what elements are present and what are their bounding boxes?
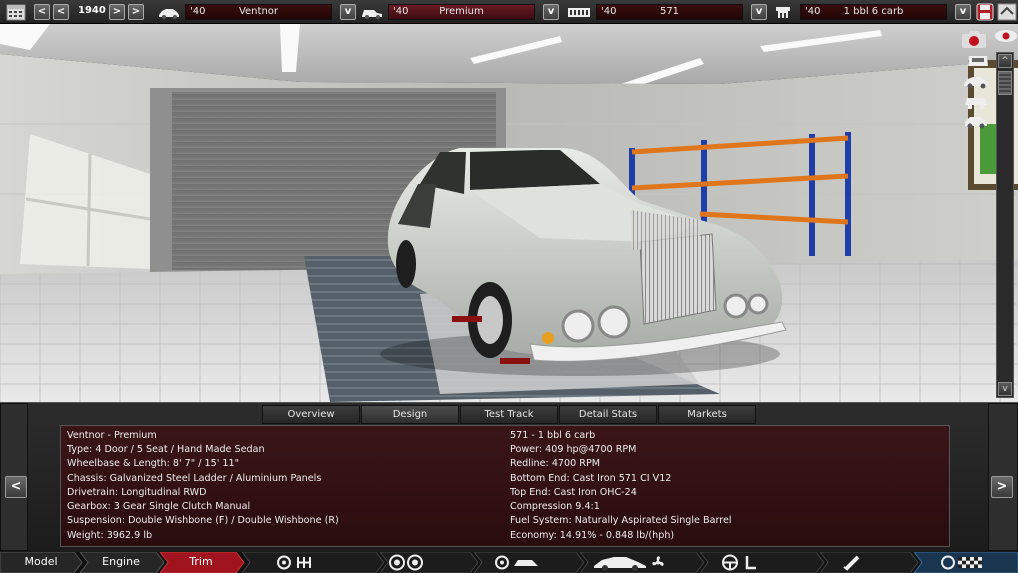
year-value: 1940	[78, 5, 106, 16]
menu-icon[interactable]	[997, 3, 1017, 21]
tab-design[interactable]: Design	[361, 405, 459, 424]
save-icon[interactable]	[975, 3, 995, 21]
tab-detail-stats[interactable]: Detail Stats	[559, 405, 657, 424]
bottom-tab-trim[interactable]: Trim	[168, 552, 234, 573]
info-type: Type: 4 Door / 5 Seat / Hand Made Sedan	[67, 444, 265, 455]
engine-dropdown-button[interactable]: v	[751, 4, 767, 20]
camera-icon[interactable]	[960, 30, 988, 50]
tab-overview[interactable]: Overview	[262, 405, 360, 424]
variant-name: 1 bbl 6 carb	[843, 6, 904, 17]
info-economy: Economy: 14.91% - 0.848 lb/(hph)	[510, 530, 675, 541]
info-chassis: Chassis: Galvanized Steel Ladder / Alumi…	[67, 473, 322, 484]
calendar-icon	[6, 4, 26, 21]
tab-test-track[interactable]: Test Track	[460, 405, 558, 424]
model-name: Ventnor	[238, 6, 279, 17]
year-next-fast-button[interactable]: >	[128, 4, 144, 20]
trim-name: Premium	[439, 6, 484, 17]
year-prev-button[interactable]: <	[53, 4, 69, 20]
info-drivetrain: Drivetrain: Longitudinal RWD	[67, 487, 207, 498]
variant-dropdown-button[interactable]: v	[955, 4, 971, 20]
race-flag-icon[interactable]	[940, 554, 984, 571]
info-compression: Compression 9.4:1	[510, 501, 600, 512]
prev-car-button[interactable]: <	[5, 476, 27, 498]
3d-car-viewport[interactable]: ^ v	[0, 24, 1018, 402]
bottom-nav: Model Engine Trim	[0, 552, 1018, 573]
info-suspension: Suspension: Double Wishbone (F) / Double…	[67, 515, 339, 526]
bottom-tab-engine[interactable]: Engine	[88, 552, 154, 573]
year-prev-fast-button[interactable]: <	[34, 4, 50, 20]
engine-name: 571	[659, 6, 680, 17]
info-fuel-system: Fuel System: Naturally Aspirated Single …	[510, 515, 732, 526]
garage-scene	[0, 24, 1018, 402]
engine-select[interactable]: '40 571	[596, 4, 743, 20]
view-side-icon[interactable]	[962, 72, 990, 90]
info-engine-title: 571 - 1 bbl 6 carb	[510, 430, 596, 441]
tire-icon[interactable]	[494, 554, 542, 571]
info-wheelbase: Wheelbase & Length: 8' 7" / 15' 11"	[67, 458, 240, 469]
variant-select[interactable]: '40 1 bbl 6 carb	[800, 4, 947, 20]
engine-icon	[568, 8, 590, 17]
model-select[interactable]: '40 Ventnor	[185, 4, 332, 20]
info-redline: Redline: 4700 RPM	[510, 458, 601, 469]
info-top-end: Top End: Cast Iron OHC-24	[510, 487, 637, 498]
next-car-button[interactable]: >	[991, 476, 1013, 498]
cooling-fan-icon[interactable]	[648, 554, 668, 571]
model-dropdown-button[interactable]: v	[340, 4, 356, 20]
scroll-down-button[interactable]: v	[998, 382, 1012, 396]
steering-wheel-icon[interactable]	[720, 554, 760, 571]
scroll-thumb[interactable]	[998, 71, 1012, 95]
tab-markets[interactable]: Markets	[658, 405, 756, 424]
trim-select[interactable]: '40 Premium	[388, 4, 535, 20]
top-toolbar: < < 1940 > > '40 Ventnor v '40 Premium v…	[0, 0, 1018, 24]
info-trim-title: Ventnor - Premium	[67, 430, 157, 441]
info-gearbox: Gearbox: 3 Gear Single Clutch Manual	[67, 501, 251, 512]
year-next-button[interactable]: >	[109, 4, 125, 20]
view-top-icon[interactable]	[964, 52, 992, 70]
eye-icon[interactable]	[994, 28, 1018, 44]
car-model-icon	[159, 9, 179, 19]
info-panel: Overview Design Test Track Detail Stats …	[0, 402, 1018, 551]
body-icon[interactable]	[592, 554, 648, 571]
view-scrollbar[interactable]: ^ v	[996, 52, 1014, 398]
exhaust-icon[interactable]	[840, 554, 864, 571]
trim-dropdown-button[interactable]: v	[543, 4, 559, 20]
gearbox-icon[interactable]	[276, 554, 316, 571]
info-power: Power: 409 hp@4700 RPM	[510, 444, 637, 455]
wheels-icon[interactable]	[387, 554, 427, 571]
info-bottom-end: Bottom End: Cast Iron 571 CI V12	[510, 473, 672, 484]
trim-icon	[362, 10, 382, 19]
bottom-tab-model[interactable]: Model	[8, 552, 74, 573]
view-front-icon[interactable]	[962, 92, 990, 110]
engine-variant-icon	[776, 7, 790, 18]
info-weight: Weight: 3962.9 lb	[67, 530, 153, 541]
design-summary: Ventnor - Premium Type: 4 Door / 5 Seat …	[60, 425, 950, 547]
scroll-up-button[interactable]: ^	[998, 54, 1012, 68]
view-angle-icon[interactable]	[962, 112, 990, 130]
